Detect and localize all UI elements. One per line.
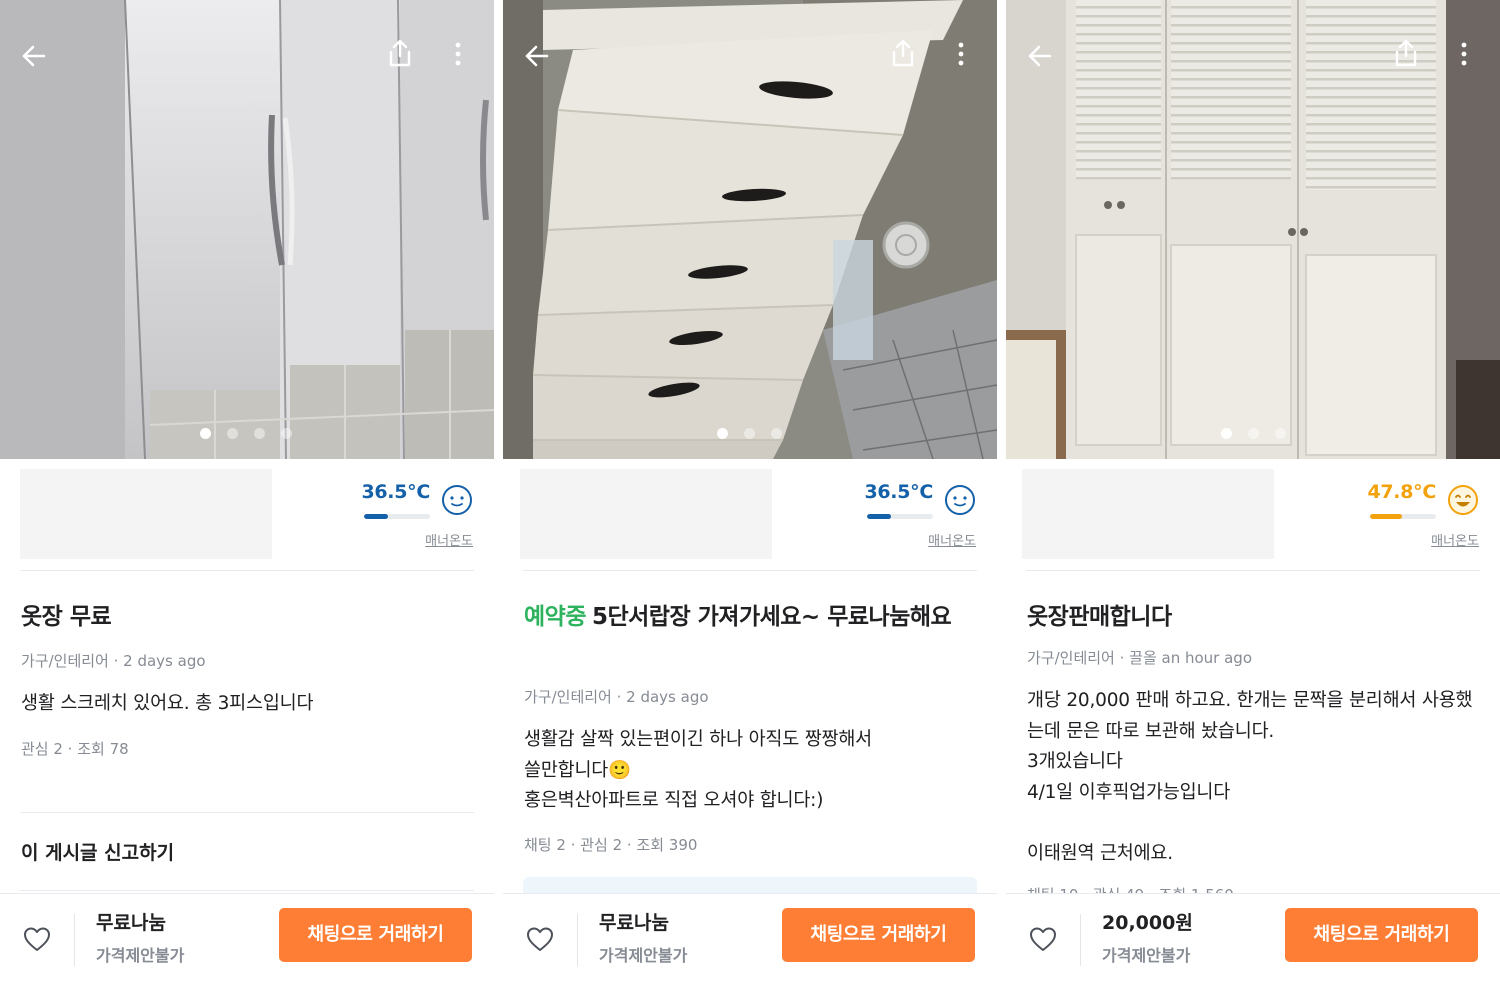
manner-temperature: 47.8°C [1367,481,1436,503]
post-meta[interactable]: 가구/인테리어 · 2 days ago [21,650,206,671]
post-title-text: 옷장 무료 [21,604,112,630]
separator [74,914,75,966]
divider [1026,570,1480,571]
top-bar [1006,0,1500,110]
post-stats: 채팅 2 · 관심 2 · 조회 390 [524,836,698,854]
face-icon [945,485,975,515]
listing-panel-2: 36.5°C 매너온도 예약중 5단서랍장 가져가세요~ 무료나눔해요 가구/인테… [503,0,997,1000]
face-icon [442,485,472,515]
temperature-bar [364,514,430,519]
chat-trade-button[interactable]: 채팅으로 거래하기 [279,908,472,962]
page-dot[interactable] [771,428,782,439]
divider [20,570,474,571]
page-dot[interactable] [717,428,728,439]
post-title: 옷장 무료 [21,598,470,636]
post-description: 생활 스크레치 있어요. 총 3피스입니다 [21,693,314,714]
page-dot[interactable] [281,428,292,439]
back-arrow-icon[interactable] [20,42,48,70]
manner-temperature: 36.5°C [864,481,933,503]
page-dot[interactable] [1248,428,1259,439]
manner-temperature-label[interactable]: 매너온도 [928,530,976,549]
heart-icon[interactable] [1028,924,1058,954]
negotiation-status: 가격제안불가 [1102,946,1191,965]
post-title: 예약중 5단서랍장 가져가세요~ 무료나눔해요 [524,598,973,636]
post-description: 개당 20,000 판매 하고요. 한개는 문짝을 분리해서 사용했는데 문은 … [1027,690,1473,864]
heart-icon[interactable] [525,924,555,954]
divider [20,890,474,891]
page-dot[interactable] [1275,428,1286,439]
back-arrow-icon[interactable] [523,42,551,70]
divider [20,812,474,813]
manner-temperature-label[interactable]: 매너온도 [425,530,473,549]
temperature-bar-fill [364,514,389,519]
photo-pagination [503,428,997,440]
seller-profile-placeholder[interactable] [520,469,772,559]
separator [577,914,578,966]
post-title-text: 5단서랍장 가져가세요~ 무료나눔해요 [591,604,952,630]
post-stats: 채팅 10 · 관심 49 · 조회 1,560 [1027,885,1234,893]
temperature-bar [867,514,933,519]
post-meta[interactable]: 가구/인테리어 · 2 days ago [524,686,709,707]
smiling-face-icon [1448,485,1478,515]
chat-trade-button[interactable]: 채팅으로 거래하기 [1285,908,1478,962]
temperature-bar-fill [1370,514,1402,519]
photo-pagination [0,428,494,440]
bottom-action-bar: 무료나눔 가격제안불가 채팅으로 거래하기 [503,893,997,1000]
post-stats: 관심 2 · 조회 78 [21,740,129,758]
panel-gap [494,0,503,1000]
share-icon[interactable] [386,38,414,68]
top-bar [503,0,997,110]
bottom-action-bar: 무료나눔 가격제안불가 채팅으로 거래하기 [0,893,494,1000]
top-bar [0,0,494,110]
page-dot[interactable] [744,428,755,439]
reserved-badge: 예약중 [524,604,586,630]
post-description: 생활감 살짝 있는편이긴 하나 아직도 짱짱해서 쓸만합니다🙂 홍은벽산아파트로… [524,729,872,811]
listing-panel-1: 36.5°C 매너온도 옷장 무료 가구/인테리어 · 2 days ago 생… [0,0,494,1000]
share-icon[interactable] [889,38,917,68]
temperature-bar-fill [867,514,892,519]
manner-temperature-label[interactable]: 매너온도 [1431,530,1479,549]
seller-profile-placeholder[interactable] [1022,469,1274,559]
report-post-link[interactable]: 이 게시글 신고하기 [21,838,174,865]
page-dot[interactable] [254,428,265,439]
seller-profile-placeholder[interactable] [20,469,272,559]
more-vertical-icon[interactable] [452,40,464,68]
page-dot[interactable] [1221,428,1232,439]
more-vertical-icon[interactable] [955,40,967,68]
listing-panel-3: 47.8°C 매너온도 옷장판매합니다 가구/인테리어 · 끌올 an hour… [1006,0,1500,1000]
negotiation-status: 가격제안불가 [599,946,688,965]
page-dot[interactable] [227,428,238,439]
chat-trade-button[interactable]: 채팅으로 거래하기 [782,908,975,962]
heart-icon[interactable] [22,924,52,954]
panel-gap [997,0,1006,1000]
negotiation-status: 가격제안불가 [96,946,185,965]
price: 무료나눔 [599,912,669,934]
separator [1080,914,1081,966]
divider [523,570,977,571]
more-vertical-icon[interactable] [1458,40,1470,68]
post-title-text: 옷장판매합니다 [1027,604,1172,630]
post-meta[interactable]: 가구/인테리어 · 끌올 an hour ago [1027,647,1252,668]
price: 20,000원 [1102,912,1193,934]
bottom-action-bar: 20,000원 가격제안불가 채팅으로 거래하기 [1006,893,1500,1000]
page-dot[interactable] [200,428,211,439]
photo-pagination [1006,428,1500,440]
share-icon[interactable] [1392,38,1420,68]
manner-temperature: 36.5°C [361,481,430,503]
back-arrow-icon[interactable] [1026,42,1054,70]
price: 무료나눔 [96,912,166,934]
temperature-bar [1370,514,1436,519]
post-title: 옷장판매합니다 [1027,598,1476,636]
